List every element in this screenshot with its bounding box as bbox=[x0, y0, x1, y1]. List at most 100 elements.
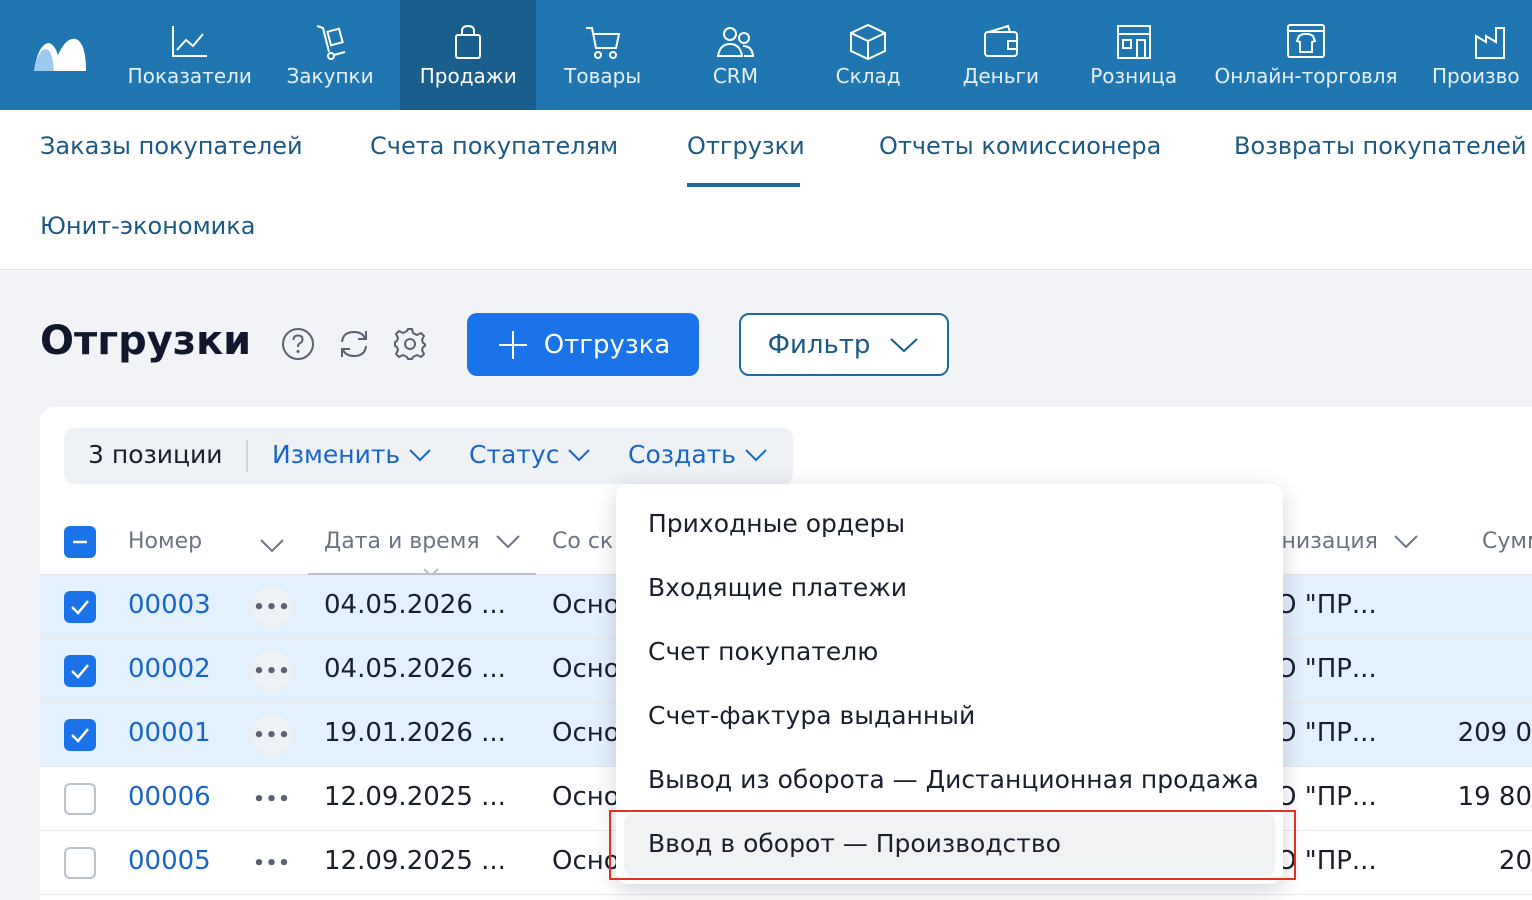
nav-item-purchases[interactable]: Закупки bbox=[260, 0, 400, 110]
page-title: Отгрузки bbox=[40, 318, 252, 364]
menu-item-receipt-orders[interactable]: Приходные ордеры bbox=[648, 509, 905, 538]
row-checkbox[interactable] bbox=[64, 783, 96, 815]
row-warehouse: Осно bbox=[552, 718, 620, 748]
select-all-checkbox[interactable] bbox=[64, 526, 96, 558]
chevron-down-icon bbox=[1394, 534, 1418, 548]
nav-item-money[interactable]: Деньги bbox=[935, 0, 1068, 110]
chevron-down-icon bbox=[745, 448, 767, 461]
edit-menu-button[interactable]: Изменить bbox=[272, 440, 432, 469]
refresh-icon[interactable] bbox=[336, 326, 372, 362]
subnav-commission-reports[interactable]: Отчеты комиссионера bbox=[879, 132, 1161, 160]
column-header-datetime[interactable]: Дата и время bbox=[324, 529, 522, 554]
row-datetime: 04.05.2026 ... bbox=[324, 590, 506, 620]
row-number-link[interactable]: 00003 bbox=[128, 590, 211, 620]
subnav-customer-orders[interactable]: Заказы покупателей bbox=[40, 132, 303, 160]
checkmark-icon bbox=[71, 600, 89, 615]
column-label: Со ск bbox=[552, 529, 614, 554]
row-organization: О "ПР... bbox=[1276, 590, 1377, 620]
column-label: Сумм bbox=[1482, 529, 1532, 554]
nav-label: Товары bbox=[564, 64, 642, 88]
nav-label: Показатели bbox=[127, 64, 252, 88]
row-checkbox[interactable] bbox=[64, 655, 96, 687]
row-more-icon[interactable]: ••• bbox=[252, 779, 292, 819]
nav-item-retail[interactable]: Розница bbox=[1067, 0, 1200, 110]
box-icon bbox=[850, 23, 887, 61]
menu-item-issued-tax-invoice[interactable]: Счет-фактура выданный bbox=[648, 701, 975, 730]
subnav-customer-returns[interactable]: Возвраты покупателей bbox=[1234, 132, 1526, 160]
chevron-down-icon[interactable] bbox=[258, 537, 286, 555]
online-shop-icon bbox=[1287, 24, 1326, 58]
create-menu-button[interactable]: Создать bbox=[628, 440, 768, 469]
menu-item-customer-invoice[interactable]: Счет покупателю bbox=[648, 637, 878, 666]
row-warehouse: Осно bbox=[552, 782, 620, 812]
row-more-icon[interactable]: ••• bbox=[252, 843, 292, 883]
row-datetime: 12.09.2025 ... bbox=[324, 782, 506, 812]
highlight-annotation-box bbox=[609, 810, 1296, 880]
column-label: Номер bbox=[128, 529, 203, 554]
row-number-link[interactable]: 00005 bbox=[128, 846, 211, 876]
subnav-unit-economics[interactable]: Юнит-экономика bbox=[40, 212, 255, 240]
nav-label: Произво bbox=[1432, 64, 1520, 88]
toolbar-divider bbox=[246, 440, 248, 472]
help-icon[interactable] bbox=[280, 326, 316, 362]
nav-item-crm[interactable]: CRM bbox=[669, 0, 802, 110]
selected-count: 3 позиции bbox=[88, 440, 223, 469]
main-navigation: Показатели Закупки Продажи Товары CRM Ск… bbox=[0, 0, 1532, 110]
nav-item-products[interactable]: Товары bbox=[536, 0, 669, 110]
nav-label: Деньги bbox=[962, 64, 1040, 88]
column-header-warehouse[interactable]: Со ск bbox=[552, 529, 613, 554]
row-sum: 209 0 bbox=[1457, 718, 1532, 748]
row-number-link[interactable]: 00002 bbox=[128, 654, 211, 684]
row-checkbox[interactable] bbox=[64, 591, 96, 623]
nav-label: Закупки bbox=[286, 64, 374, 88]
nav-item-online-trade[interactable]: Онлайн-торговля bbox=[1200, 0, 1412, 110]
status-menu-button[interactable]: Статус bbox=[469, 440, 591, 469]
row-warehouse: Осно bbox=[552, 590, 620, 620]
column-label: Дата и время bbox=[324, 529, 480, 554]
nav-item-warehouse[interactable]: Склад bbox=[802, 0, 935, 110]
create-label: Создать bbox=[628, 440, 736, 469]
wallet-icon bbox=[983, 24, 1018, 57]
row-datetime: 19.01.2026 ... bbox=[324, 718, 506, 748]
menu-item-withdrawal-remote-sale[interactable]: Вывод из оборота — Дистанционная продажа bbox=[648, 765, 1259, 794]
menu-item-incoming-payments[interactable]: Входящие платежи bbox=[648, 573, 907, 602]
row-more-icon[interactable]: ••• bbox=[252, 587, 292, 627]
create-shipment-button[interactable]: Отгрузка bbox=[467, 313, 699, 376]
row-sum: 20 bbox=[1498, 846, 1532, 876]
nav-label: Склад bbox=[835, 64, 901, 88]
nav-item-indicators[interactable]: Показатели bbox=[120, 0, 260, 110]
cart-icon bbox=[585, 27, 620, 59]
chevron-down-icon bbox=[568, 448, 591, 461]
shopping-bag-icon bbox=[455, 24, 482, 59]
row-number-link[interactable]: 00006 bbox=[128, 782, 211, 812]
hand-truck-icon bbox=[316, 25, 346, 60]
logo-icon bbox=[33, 38, 86, 71]
row-more-icon[interactable]: ••• bbox=[252, 715, 292, 755]
row-checkbox[interactable] bbox=[64, 719, 96, 751]
nav-label: Розница bbox=[1090, 64, 1178, 88]
nav-item-production[interactable]: Произво bbox=[1412, 0, 1532, 110]
subnav-shipments[interactable]: Отгрузки bbox=[687, 132, 805, 160]
logo[interactable] bbox=[0, 0, 120, 110]
row-warehouse: Осно bbox=[552, 654, 620, 684]
row-more-icon[interactable]: ••• bbox=[252, 651, 292, 691]
row-organization: О "ПР... bbox=[1276, 654, 1377, 684]
column-header-sum[interactable]: Сумм bbox=[1482, 529, 1532, 554]
row-sum: 19 80 bbox=[1457, 782, 1532, 812]
chart-line-icon bbox=[171, 26, 207, 57]
row-organization: О "ПР... bbox=[1276, 718, 1377, 748]
column-header-organization[interactable]: анизация bbox=[1268, 529, 1420, 554]
edit-label: Изменить bbox=[272, 440, 401, 469]
row-datetime: 04.05.2026 ... bbox=[324, 654, 506, 684]
filter-button[interactable]: Фильтр bbox=[739, 313, 949, 376]
filter-button-label: Фильтр bbox=[767, 329, 871, 360]
column-header-number[interactable]: Номер bbox=[128, 529, 202, 554]
settings-gear-icon[interactable] bbox=[392, 326, 428, 362]
subnav-customer-invoices[interactable]: Счета покупателям bbox=[370, 132, 618, 160]
row-datetime: 12.09.2025 ... bbox=[324, 846, 506, 876]
row-number-link[interactable]: 00001 bbox=[128, 718, 211, 748]
checkmark-icon bbox=[71, 728, 89, 743]
row-checkbox[interactable] bbox=[64, 847, 96, 879]
nav-item-sales[interactable]: Продажи bbox=[400, 0, 537, 110]
create-button-label: Отгрузка bbox=[543, 329, 671, 360]
